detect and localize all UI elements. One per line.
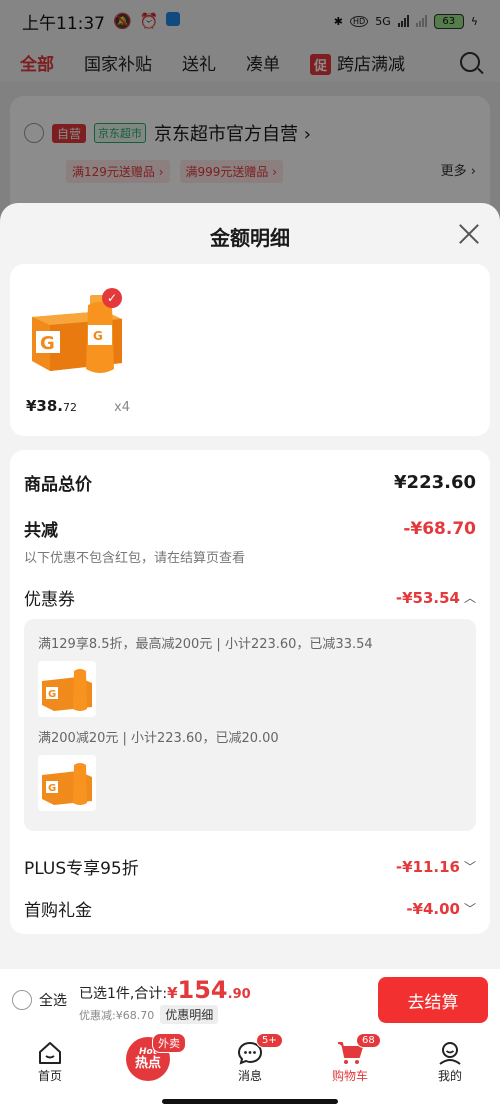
total-amount-dec: .90 xyxy=(227,987,251,1002)
coupon-row[interactable]: 优惠券 -¥53.54 ︿ xyxy=(24,585,476,611)
svg-text:G: G xyxy=(48,783,56,794)
first-purchase-value: -¥4.00 xyxy=(406,899,460,918)
svg-text:G: G xyxy=(40,333,55,354)
chevron-down-icon[interactable]: ﹀ xyxy=(464,900,476,917)
product-price-int: ¥38. xyxy=(26,397,64,415)
tab-profile[interactable]: 我的 xyxy=(400,1031,500,1111)
coupon-product-thumb: G xyxy=(38,755,96,811)
reduce-label: 共减 xyxy=(24,521,58,541)
first-purchase-row[interactable]: 首购礼金 -¥4.00 ﹀ xyxy=(24,896,476,922)
first-purchase-label: 首购礼金 xyxy=(24,901,92,921)
select-all-label[interactable]: 全选 xyxy=(39,990,67,1010)
product-price-dec: 72 xyxy=(63,401,78,414)
chevron-up-icon[interactable]: ︿ xyxy=(464,589,476,606)
reduce-value: -¥68.70 xyxy=(403,518,476,539)
price-detail-card: 商品总价 ¥223.60 共减 -¥68.70 以下优惠不包含红包，请在结算页查… xyxy=(10,450,490,934)
coupon-label: 优惠券 xyxy=(24,590,75,610)
svg-text:G: G xyxy=(48,689,56,700)
checkout-bar: 全选 已选1件,合计: ¥ 154 .90 优惠减:¥68.70 优惠明细 去结… xyxy=(0,969,500,1031)
cart-badge: 68 xyxy=(356,1033,381,1048)
discount-text: 优惠减:¥68.70 xyxy=(79,1008,155,1022)
select-all-radio[interactable] xyxy=(12,990,32,1010)
total-label: 商品总价 xyxy=(24,475,92,495)
plus-value: -¥11.16 xyxy=(395,857,460,876)
total-value: ¥223.60 xyxy=(394,472,476,493)
profile-icon xyxy=(436,1039,464,1067)
svg-text:G: G xyxy=(93,329,103,343)
product-thumb-image: G xyxy=(42,669,92,711)
product-thumb-image: G xyxy=(42,763,92,805)
sheet-title: 金额明细 xyxy=(210,226,290,250)
product-card: G G ✓ ¥38.72 x4 xyxy=(10,264,490,436)
close-icon[interactable] xyxy=(458,223,480,245)
home-indicator xyxy=(162,1099,338,1104)
coupon-line: 满200减20元 | 小计223.60，已减20.00 xyxy=(38,731,279,746)
tab-messages-label: 消息 xyxy=(237,1069,262,1083)
takeout-badge: 外卖 xyxy=(152,1033,186,1053)
plus-row[interactable]: PLUS专享95折 -¥11.16 ﹀ xyxy=(24,854,476,880)
total-amount-int: 154 xyxy=(177,976,228,1004)
summary-prefix: 已选1件,合计: xyxy=(79,986,168,1002)
checkout-button[interactable]: 去结算 xyxy=(378,977,488,1023)
currency-symbol: ¥ xyxy=(167,984,178,1002)
coupon-detail-box: 满129享8.5折，最高减200元 | 小计223.60，已减33.54 G 满… xyxy=(24,619,476,831)
home-icon xyxy=(36,1039,64,1067)
reduce-note: 以下优惠不包含红包，请在结算页查看 xyxy=(24,551,246,566)
product-qty: x4 xyxy=(114,400,130,415)
coupon-line: 满129享8.5折，最高减200元 | 小计223.60，已减33.54 xyxy=(38,637,373,652)
message-badge: 5+ xyxy=(256,1033,283,1048)
coupon-product-thumb: G xyxy=(38,661,96,717)
total-row: 商品总价 ¥223.60 xyxy=(24,470,476,495)
reduce-row: 共减 -¥68.70 xyxy=(24,516,476,542)
tab-cart-label: 购物车 xyxy=(331,1069,368,1083)
discount-summary: 优惠减:¥68.70 优惠明细 xyxy=(79,1005,251,1024)
product-price: ¥38.72 xyxy=(26,397,77,415)
amount-detail-sheet: 金额明细 G G ✓ ¥38.72 x4 商品总价 ¥223.60 共减 -¥6… xyxy=(0,203,500,969)
hot-text: 热点 xyxy=(134,1056,161,1071)
discount-detail-button[interactable]: 优惠明细 xyxy=(160,1005,219,1024)
plus-label: PLUS专享95折 xyxy=(24,859,139,879)
tab-home[interactable]: 首页 xyxy=(0,1031,100,1111)
chevron-down-icon[interactable]: ﹀ xyxy=(464,858,476,875)
tab-profile-label: 我的 xyxy=(437,1069,462,1083)
coupon-value: -¥53.54 xyxy=(395,588,460,607)
checkout-summary: 已选1件,合计: ¥ 154 .90 优惠减:¥68.70 优惠明细 xyxy=(79,976,251,1024)
tab-home-label: 首页 xyxy=(37,1069,62,1083)
total-summary: 已选1件,合计: ¥ 154 .90 xyxy=(79,976,251,1004)
selected-check-icon: ✓ xyxy=(102,288,122,308)
